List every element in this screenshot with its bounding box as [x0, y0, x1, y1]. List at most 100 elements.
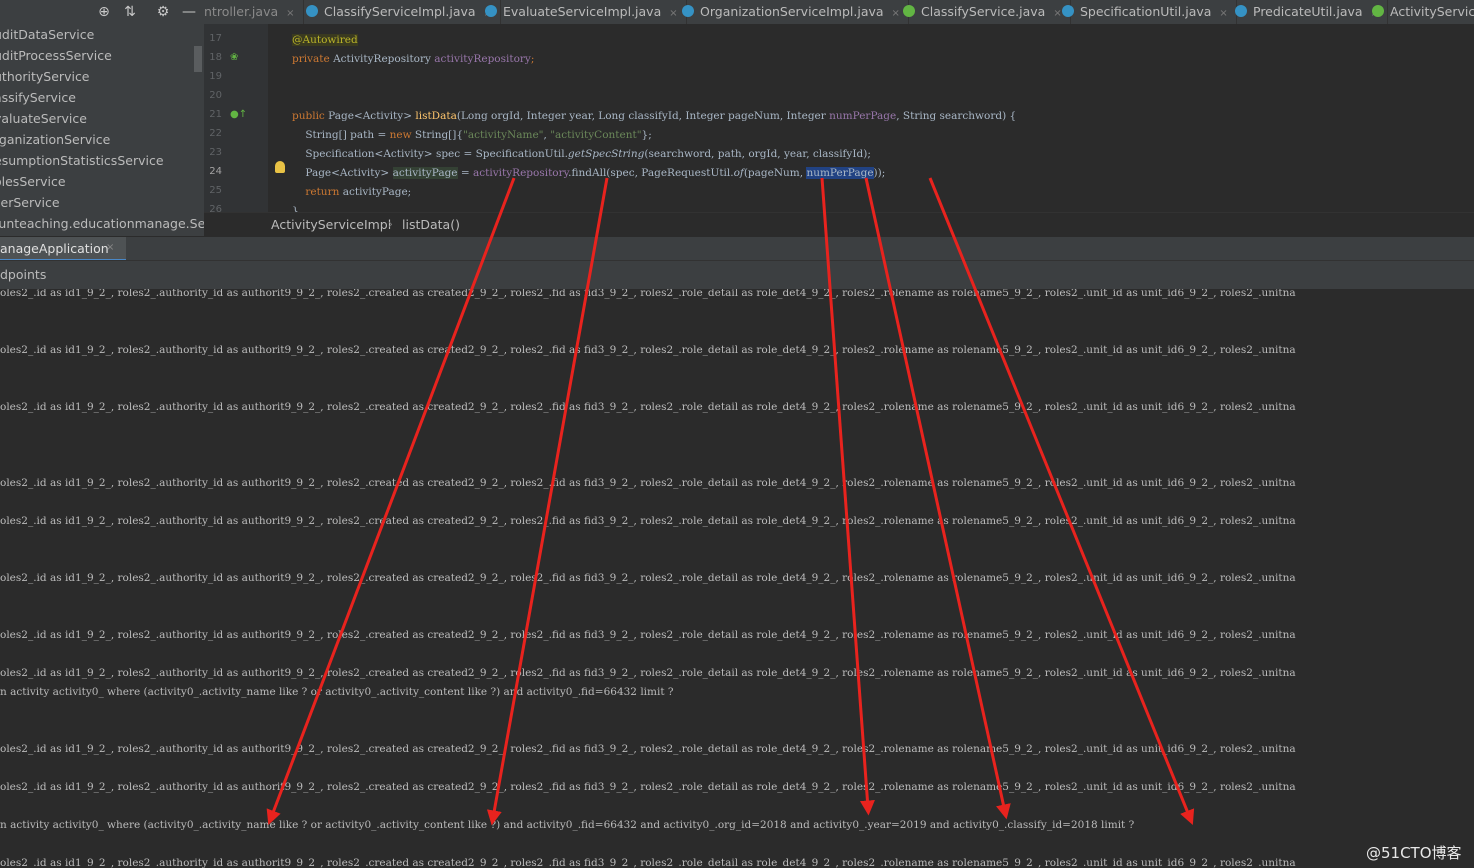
class-file-icon [1062, 5, 1074, 17]
code-token: Page<Activity> [328, 110, 416, 122]
editor-tab[interactable]: EvaluateServiceImpl.java × [479, 0, 687, 24]
code-token: )); [873, 167, 886, 179]
sql-select-line: oles2_.id as id1_9_2_, roles2_.authority… [0, 515, 1296, 527]
code-token: private [292, 53, 334, 65]
code-line[interactable]: public Page<Activity> listData(Long orgI… [292, 107, 1016, 126]
class-file-icon [485, 5, 497, 17]
code-line[interactable]: @Autowired [292, 31, 358, 50]
sql-select-line: oles2_.id as id1_9_2_, roles2_.authority… [0, 629, 1296, 641]
project-scrollbar[interactable] [194, 46, 202, 72]
class-file-icon [682, 5, 694, 17]
code-line[interactable]: Specification<Activity> spec = Specifica… [292, 145, 871, 164]
tree-item[interactable]: olesService [0, 171, 204, 192]
line-number: 22 [209, 128, 222, 139]
code-token: , String searchword) { [896, 110, 1017, 122]
tree-item[interactable]: uditProcessService [0, 45, 204, 66]
code-line[interactable]: Page<Activity> activityPage = activityRe… [292, 164, 885, 183]
code-token: Page<Activity> [292, 167, 393, 179]
project-panel: ⊕ ⇅ ⚙ — uditDataService uditProcessServi… [0, 0, 204, 236]
tree-item[interactable]: rganizationService [0, 129, 204, 150]
editor-tab[interactable]: ActivityService [1366, 0, 1474, 24]
run-tab-application[interactable]: anageApplication × [0, 237, 126, 261]
sql-select-line: oles2_.id as id1_9_2_, roles2_.authority… [0, 289, 1296, 299]
sql-select-line: oles2_.id as id1_9_2_, roles2_.authority… [0, 477, 1296, 489]
editor-tab-label: PredicateUtil.java [1253, 4, 1363, 19]
run-tabs: anageApplication × [0, 236, 1474, 261]
implement-marker-icon[interactable]: ●↑ [230, 109, 247, 120]
close-tab-icon[interactable]: × [286, 8, 294, 19]
minimize-icon[interactable]: — [180, 3, 198, 21]
project-tree: uditDataService uditProcessService uthor… [0, 24, 204, 234]
sql-select-line: oles2_.id as id1_9_2_, roles2_.authority… [0, 572, 1296, 584]
console-output[interactable]: oles2_.id as id1_9_2_, roles2_.authority… [0, 289, 1474, 868]
code-line[interactable]: String[] path = new String[]{"activityNa… [292, 126, 652, 145]
close-icon[interactable]: × [106, 242, 114, 253]
code-token: activityPage [392, 167, 458, 179]
code-token: return [305, 186, 343, 198]
lightbulb-icon[interactable] [275, 161, 285, 173]
editor-tab[interactable]: PredicateUtil.java× [1229, 0, 1388, 24]
bean-icon[interactable]: ❀ [230, 52, 238, 63]
tree-item[interactable]: uthorityService [0, 66, 204, 87]
line-number: 24 [209, 166, 222, 177]
editor-tab[interactable]: ClassifyService.java × [897, 0, 1071, 24]
code-editor[interactable]: @Autowired private ActivityRepository act… [268, 24, 1474, 212]
sql-select-line: oles2_.id as id1_9_2_, roles2_.authority… [0, 667, 1296, 679]
editor-tab[interactable]: ClassifyServiceImpl.java× [300, 0, 501, 24]
tree-item[interactable]: valuateService [0, 108, 204, 129]
code-token: Specification<Activity> spec = Specifica… [292, 148, 568, 160]
watermark: @51CTO博客 [1366, 844, 1462, 862]
code-line[interactable]: } [292, 202, 299, 212]
code-token: (pageNum, [743, 167, 807, 179]
class-file-icon [306, 5, 318, 17]
code-token: .findAll(spec, PageRequestUtil. [568, 167, 734, 179]
line-number: 19 [209, 71, 222, 82]
interface-file-icon [1372, 5, 1384, 17]
code-token: } [292, 205, 299, 212]
line-number: 18 [209, 52, 222, 63]
editor-tab[interactable]: ntroller.java × [204, 0, 304, 24]
code-line[interactable]: return activityPage; [292, 183, 411, 202]
sql-select-line: oles2_.id as id1_9_2_, roles2_.authority… [0, 781, 1296, 793]
editor-tab[interactable]: OrganizationServiceImpl.java × [676, 0, 909, 24]
sql-select-line: oles2_.id as id1_9_2_, roles2_.authority… [0, 401, 1296, 413]
editor-tab[interactable]: SpecificationUtil.java × [1056, 0, 1237, 24]
interface-file-icon [903, 5, 915, 17]
close-tab-icon[interactable]: × [1219, 8, 1227, 19]
tree-item[interactable]: esumptionStatisticsService [0, 150, 204, 171]
code-token: activityRepository [473, 167, 569, 179]
code-token: ActivityRepository [333, 53, 435, 65]
breadcrumb-separator: › [388, 216, 393, 231]
run-tab-label: anageApplication [0, 241, 109, 256]
crosshair-icon[interactable]: ⊕ [95, 3, 113, 21]
gear-icon[interactable]: ⚙ [154, 3, 172, 21]
code-token: activityRepository [434, 53, 531, 65]
code-token: (searchword, path, orgId, year, classify… [644, 148, 871, 160]
code-line[interactable]: private ActivityRepository activityRepos… [292, 50, 534, 69]
code-token: public [292, 110, 329, 122]
sql-where-line: n activity activity0_ where (activity0_.… [0, 819, 1135, 831]
subtab-endpoints[interactable]: dpoints [0, 267, 46, 282]
code-token: of [733, 167, 744, 179]
sql-where-line: n activity activity0_ where (activity0_.… [0, 686, 674, 698]
code-token: ; [530, 53, 535, 65]
code-token: @Autowired [292, 34, 358, 46]
code-token: }; [641, 129, 652, 141]
line-number: 17 [209, 33, 222, 44]
code-token: numPerPage [806, 167, 874, 179]
code-token: String[] path = [292, 129, 390, 141]
code-token: activityPage; [342, 186, 412, 198]
tree-item[interactable]: serService [0, 192, 204, 213]
editor-tab-label: ClassifyService.java [921, 4, 1046, 19]
breadcrumb-method[interactable]: listData() [402, 217, 460, 232]
tree-item[interactable]: funteaching.educationmanage.Servi [0, 213, 204, 234]
project-toolbar: ⊕ ⇅ ⚙ — [0, 0, 204, 24]
code-token: numPerPage [829, 110, 897, 122]
tree-item[interactable]: uditDataService [0, 24, 204, 45]
tree-item[interactable]: assifyService [0, 87, 204, 108]
breadcrumb-class[interactable]: ActivityServiceImpl [271, 217, 391, 232]
collapse-icon[interactable]: ⇅ [121, 3, 139, 21]
sql-select-line: oles2_.id as id1_9_2_, roles2_.authority… [0, 344, 1296, 356]
code-token: String[]{ [414, 129, 464, 141]
